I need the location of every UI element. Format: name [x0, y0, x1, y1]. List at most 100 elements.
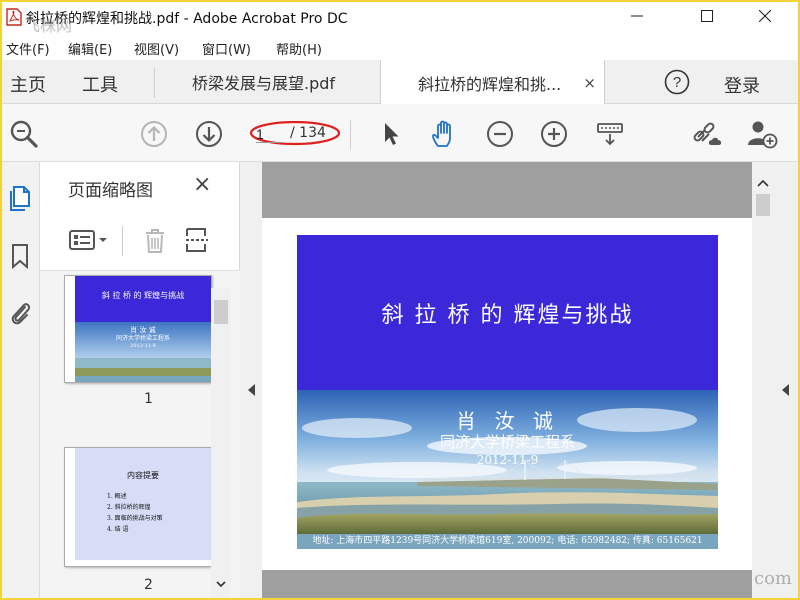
select-tool-button[interactable]: [375, 118, 407, 150]
thumb-item: 4. 结 语: [107, 525, 129, 533]
next-page-button[interactable]: [193, 118, 225, 150]
collapse-left-icon[interactable]: [248, 384, 255, 396]
toolbar: / 134: [0, 104, 800, 162]
zoom-in-icon: [541, 121, 567, 147]
right-panel-splitter[interactable]: com: [754, 162, 800, 600]
nav-tools[interactable]: 工具: [82, 71, 118, 97]
select-arrow-icon: [385, 123, 399, 145]
thumbnail-slide-2: 内容提要 1. 概述 2. 斜拉桥的辉煌 3. 面临的挑战与对策 4. 结 语: [75, 448, 211, 560]
thumbnail-page-number: 2: [144, 577, 153, 593]
thumb-item: 2. 斜拉桥的辉煌: [107, 503, 151, 511]
thumb-title: 斜 拉 桥 的 辉煌与挑战: [102, 290, 184, 300]
hand-icon: [432, 120, 451, 147]
thumb-author: 肖 汝 诚: [130, 325, 155, 334]
page-number-input[interactable]: [256, 125, 282, 143]
thumbnail-page-number: 1: [144, 391, 153, 407]
watermark-text: com: [754, 568, 792, 589]
previous-page-button[interactable]: [138, 118, 170, 150]
menu-view[interactable]: 视图(V): [134, 39, 179, 58]
watermark-text: 飞株网: [24, 16, 73, 35]
panel-title: 页面缩略图: [68, 181, 153, 201]
page-display-icon: [597, 123, 623, 146]
toolbar-divider: [350, 120, 351, 150]
minimize-button[interactable]: [614, 0, 660, 32]
slide-footer: 地址: 上海市四平路1239号同济大学桥梁馆619室, 200092; 电话: …: [297, 534, 718, 549]
page-down-icon: [196, 121, 222, 147]
scroll-down-icon[interactable]: [216, 580, 226, 588]
menu-edit[interactable]: 编辑(E): [68, 39, 112, 58]
close-icon: [759, 10, 771, 22]
acrobat-app-icon: [6, 8, 22, 26]
panel-toolbar: [40, 218, 240, 264]
thumb-heading: 内容提要: [127, 470, 159, 480]
login-button[interactable]: 登录: [724, 72, 760, 98]
hand-tool-button[interactable]: [428, 118, 460, 150]
slide-title: 斜 拉 桥 的 辉煌与挑战: [381, 303, 634, 328]
slide-date: 2012-11-9: [476, 453, 539, 467]
zoom-in-button[interactable]: [538, 118, 570, 150]
slide-header: 斜 拉 桥 的 辉煌与挑战: [297, 235, 718, 390]
thumb-date: 2012-11-9: [130, 343, 156, 349]
pdf-page: 斜 拉 桥 的 辉煌与挑战 肖 汝 诚 同济大学桥梁工程系 2012-11-9 …: [262, 218, 752, 570]
scrollbar-thumb[interactable]: [756, 194, 770, 216]
scrollbar-thumb[interactable]: [214, 300, 228, 324]
tab-label: 桥梁发展与展望.pdf: [192, 74, 336, 93]
menu-bar: 文件(F) 编辑(E) 视图(V) 窗口(W) 帮助(H): [0, 34, 800, 60]
scroll-up-icon[interactable]: [757, 180, 769, 188]
nav-home[interactable]: 主页: [10, 71, 46, 97]
page-thumbnails-icon: [10, 186, 30, 211]
left-tool-rail: [0, 162, 40, 600]
page-thumbnails-button[interactable]: [7, 184, 33, 212]
panel-tool-divider: [122, 226, 123, 256]
thumbnails-panel: 页面缩略图 × 斜 拉 桥 的 辉煌与挑战 肖 汝 诚 同济大学桥梁工程系 20…: [40, 162, 240, 600]
page-total: / 134: [290, 125, 326, 141]
bookmarks-button[interactable]: [7, 242, 33, 270]
attachments-button[interactable]: [7, 298, 33, 326]
tab-close-icon[interactable]: ×: [583, 74, 596, 92]
thumbnail-page-1[interactable]: 斜 拉 桥 的 辉煌与挑战 肖 汝 诚 同济大学桥梁工程系 2012-11-9: [64, 275, 212, 383]
share-link-icon: [693, 122, 722, 145]
panel-close-icon[interactable]: ×: [193, 172, 211, 197]
split-pages-icon: [186, 228, 208, 252]
delete-pages-button[interactable]: [142, 226, 168, 254]
slide: 斜 拉 桥 的 辉煌与挑战 肖 汝 诚 同济大学桥梁工程系 2012-11-9 …: [297, 235, 718, 549]
thumbnail-page-2[interactable]: 内容提要 1. 概述 2. 斜拉桥的辉煌 3. 面临的挑战与对策 4. 结 语: [64, 447, 212, 567]
minimize-icon: [631, 15, 643, 17]
thumbnail-options-button[interactable]: [68, 226, 112, 254]
share-link-button[interactable]: [692, 118, 724, 150]
thumb-org: 同济大学桥梁工程系: [116, 334, 170, 342]
window-title: 斜拉桥的辉煌和挑战.pdf - Adobe Acrobat Pro DC: [26, 11, 348, 27]
tab-bar: 主页 工具 桥梁发展与展望.pdf 斜拉桥的辉煌和挑... × ? 登录: [0, 60, 800, 105]
left-panel-splitter[interactable]: [240, 162, 262, 600]
thumbnail-scrollbar[interactable]: [211, 288, 231, 600]
thumbnail-list: 斜 拉 桥 的 辉煌与挑战 肖 汝 诚 同济大学桥梁工程系 2012-11-9 …: [40, 270, 240, 600]
maximize-button[interactable]: [684, 0, 730, 32]
title-bar: 斜拉桥的辉煌和挑战.pdf - Adobe Acrobat Pro DC 飞株网: [0, 0, 800, 35]
zoom-out-button[interactable]: [484, 118, 516, 150]
tab-document-1[interactable]: 桥梁发展与展望.pdf: [155, 60, 380, 104]
menu-file[interactable]: 文件(F): [6, 39, 50, 58]
tab-document-2[interactable]: 斜拉桥的辉煌和挑... ×: [380, 60, 605, 105]
page-display-button[interactable]: [594, 118, 626, 150]
menu-help[interactable]: 帮助(H): [276, 39, 322, 58]
thumb-item: 3. 面临的挑战与对策: [107, 514, 163, 522]
document-view[interactable]: 斜 拉 桥 的 辉煌与挑战 肖 汝 诚 同济大学桥梁工程系 2012-11-9 …: [262, 162, 752, 600]
document-scrollbar[interactable]: [752, 162, 774, 600]
maximize-icon: [701, 10, 713, 22]
menu-window[interactable]: 窗口(W): [202, 39, 251, 58]
bookmark-icon: [12, 244, 28, 269]
find-button[interactable]: [8, 118, 40, 150]
help-glyph: ?: [673, 74, 681, 91]
thumbnail-slide-1: 斜 拉 桥 的 辉煌与挑战 肖 汝 诚 同济大学桥梁工程系 2012-11-9: [75, 276, 211, 382]
attachment-icon: [11, 303, 31, 325]
add-person-icon: [748, 121, 778, 149]
thumb-item: 1. 概述: [107, 492, 127, 500]
help-icon[interactable]: ?: [664, 69, 690, 95]
tab-label: 斜拉桥的辉煌和挑...: [418, 74, 562, 94]
page-up-icon: [141, 121, 167, 147]
close-window-button[interactable]: [742, 0, 788, 32]
add-person-button[interactable]: [746, 118, 778, 150]
expand-right-icon[interactable]: [782, 384, 789, 396]
slide-organization: 同济大学桥梁工程系: [439, 433, 575, 451]
split-pages-button[interactable]: [184, 226, 210, 254]
